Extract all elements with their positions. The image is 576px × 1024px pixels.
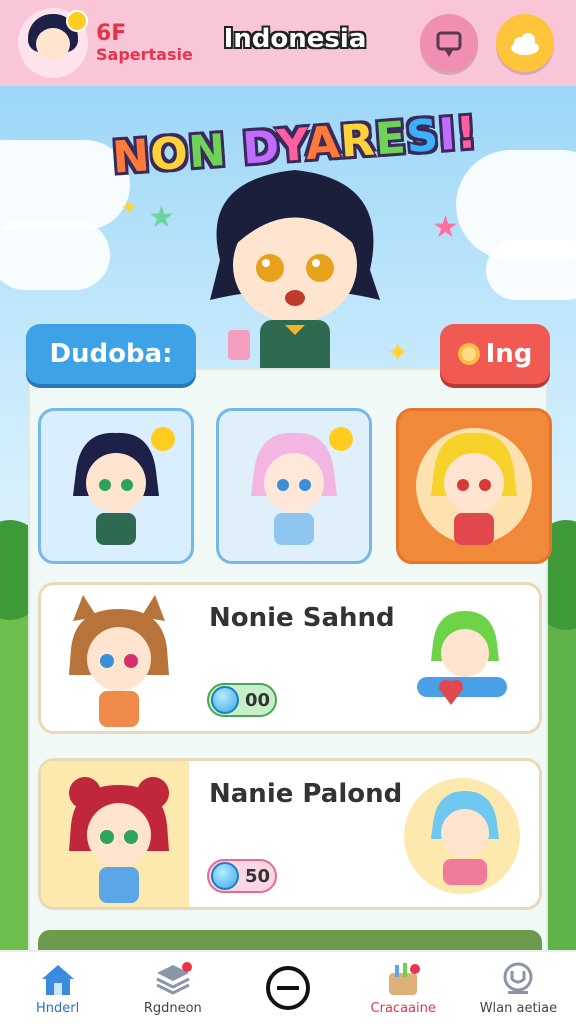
gem-counter: 50 [207, 859, 277, 893]
character-thumbnail [404, 778, 520, 894]
search-button-label: Ing [485, 339, 533, 369]
nav-label: Cracaaine [370, 1000, 436, 1016]
nav-center[interactable] [230, 952, 345, 1024]
character-card[interactable] [216, 408, 372, 564]
cloud-button[interactable] [496, 14, 554, 72]
player-avatar[interactable] [18, 8, 88, 78]
list-item[interactable]: Nonie Sahnd 00 [38, 582, 542, 734]
nav-collection[interactable]: Rgdneon [115, 952, 230, 1024]
minus-circle-icon [266, 966, 310, 1010]
sparkle-icon: ✦ [386, 336, 410, 369]
bottom-navigation: Hnderl Rgdneon Cracaaine Wlan aetiae [0, 950, 576, 1024]
sparkle-icon: ✦ [120, 196, 139, 221]
gem-count: 50 [245, 865, 271, 887]
cloud-decoration [486, 240, 576, 300]
magnifier-icon [457, 343, 480, 365]
character-thumbnail [417, 611, 507, 705]
character-portrait [73, 427, 175, 545]
player-level: 6F [96, 20, 127, 46]
cloud-icon [511, 33, 539, 55]
character-name: Nonie Sahnd [209, 603, 395, 633]
stack-icon [156, 961, 192, 995]
player-info: 6F Sapertasie [96, 20, 193, 64]
home-icon [41, 964, 74, 995]
gem-counter: 00 [207, 683, 277, 717]
character-name: Nanie Palond [209, 779, 403, 809]
character-portrait [69, 777, 169, 903]
category-tab[interactable]: Dudoba: [26, 324, 196, 384]
star-badge-icon [66, 10, 88, 32]
nav-home[interactable]: Hnderl [0, 952, 115, 1024]
top-header: 6F Sapertasie Indonesia [0, 0, 576, 86]
gem-icon [211, 862, 239, 890]
character-portrait [251, 427, 353, 545]
nav-profile[interactable]: Wlan aetiae [461, 952, 576, 1024]
list-item[interactable]: Nanie Palond 50 [38, 758, 542, 910]
region-title: Indonesia [223, 24, 367, 54]
shop-bag-icon [389, 962, 421, 995]
player-subtitle: Sapertasie [96, 44, 193, 64]
search-button[interactable]: Ing [440, 324, 550, 384]
character-portrait [416, 428, 532, 545]
cloud-decoration [0, 220, 110, 290]
hero-character [210, 170, 380, 380]
chat-button[interactable] [420, 14, 478, 72]
profile-icon [503, 962, 533, 994]
star-icon: ★ [432, 210, 459, 245]
nav-label: Hnderl [35, 1000, 80, 1016]
chat-bubble-icon [436, 31, 462, 57]
nav-label: Rgdneon [143, 1000, 202, 1016]
nav-label: Wlan aetiae [479, 1000, 558, 1016]
star-icon: ★ [148, 200, 175, 235]
character-card[interactable] [396, 408, 552, 564]
character-card[interactable] [38, 408, 194, 564]
gem-icon [211, 686, 239, 714]
nav-shop[interactable]: Cracaaine [346, 952, 461, 1024]
character-portrait [69, 595, 169, 727]
gem-count: 00 [245, 689, 271, 711]
